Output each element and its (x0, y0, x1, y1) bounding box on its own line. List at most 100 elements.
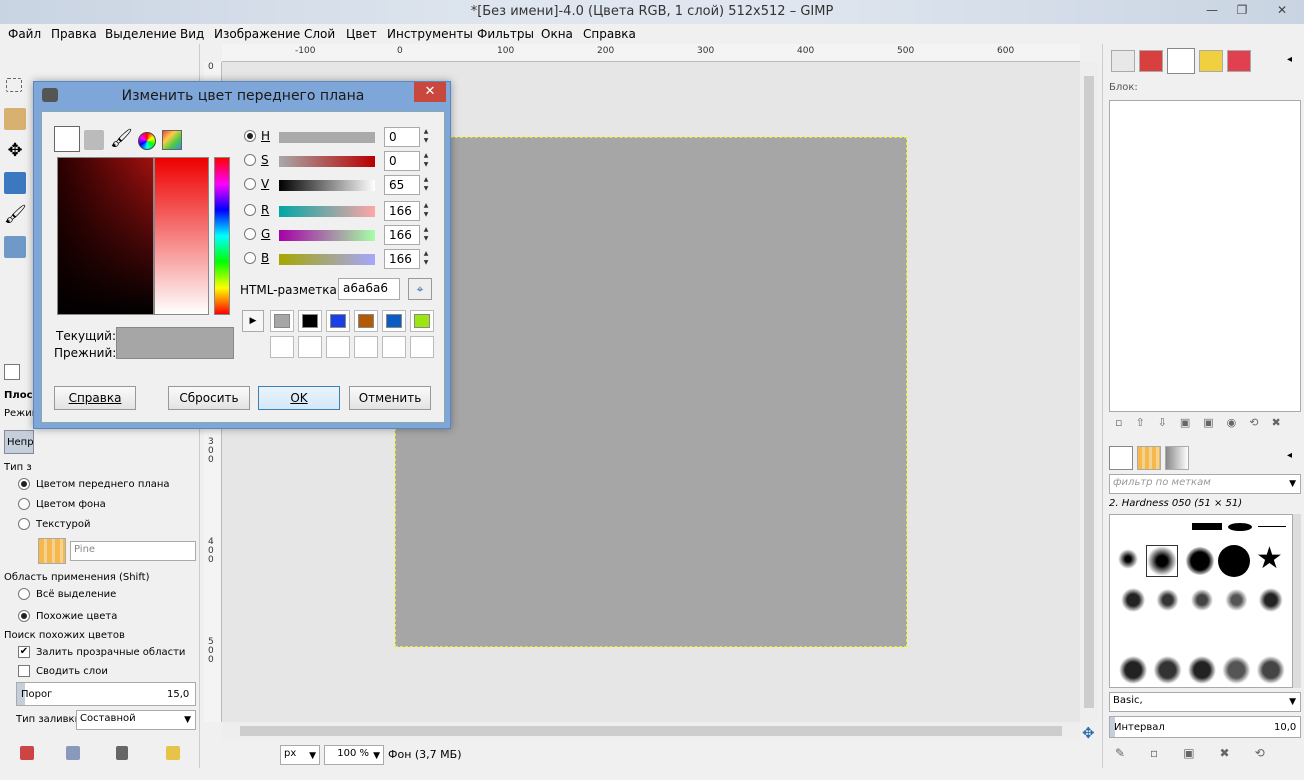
brushes-toolbar-icons[interactable]: ✎▫▣✖⟲ (1115, 746, 1295, 760)
history-swatch[interactable] (354, 310, 378, 332)
wheel-tab-icon[interactable] (138, 132, 156, 150)
channel-s-radio[interactable] (244, 154, 256, 166)
channels-tab-icon[interactable] (1139, 50, 1163, 72)
brush-item[interactable] (1228, 523, 1252, 531)
fill-transparent-checkbox[interactable]: ✔ (18, 646, 30, 658)
paths-tool-icon[interactable] (4, 108, 26, 130)
history-swatch[interactable] (410, 310, 434, 332)
horizontal-scrollbar[interactable] (222, 722, 1080, 740)
help-button[interactable]: Справка (54, 386, 136, 410)
layers-tab-icon[interactable] (1111, 50, 1135, 72)
history-swatch-empty[interactable] (326, 336, 350, 358)
save-options-icon[interactable] (20, 746, 34, 760)
history-swatch-empty[interactable] (354, 336, 378, 358)
dock-menu-icon[interactable]: ◂ (1287, 450, 1292, 461)
maximize-button[interactable]: ❐ (1228, 0, 1256, 20)
brush-item[interactable] (1118, 549, 1138, 569)
mode-select[interactable]: Непр (4, 430, 34, 454)
close-icon[interactable]: ✕ (414, 82, 446, 102)
history-swatch[interactable] (326, 310, 350, 332)
reset-button[interactable]: Сбросить (168, 386, 250, 410)
fill-by-select[interactable]: Составной ▼ (76, 710, 196, 730)
html-input[interactable]: a6a6a6 (338, 278, 400, 300)
channel-v-radio[interactable] (244, 178, 256, 190)
close-window-button[interactable]: ✕ (1262, 0, 1302, 20)
channel-v-slider[interactable] (279, 180, 375, 191)
spin-arrows-icon[interactable]: ▲ ▼ (421, 151, 431, 171)
tool-options-tab-icon[interactable] (4, 364, 20, 380)
channel-s-value[interactable]: 0 (384, 151, 420, 171)
palette-tab-icon[interactable] (162, 130, 182, 150)
history-swatch[interactable] (298, 310, 322, 332)
vertical-scrollbar[interactable] (1080, 62, 1098, 722)
unit-select[interactable]: px ▼ (280, 745, 320, 765)
menu-edit[interactable]: Правка (51, 27, 97, 41)
spin-arrows-icon[interactable]: ▲ ▼ (421, 249, 431, 269)
rect-select-icon[interactable] (6, 78, 22, 92)
menu-layer[interactable]: Слой (304, 27, 335, 41)
play-icon[interactable]: ▶ (242, 310, 264, 332)
navigate-icon[interactable]: ✥ (1082, 724, 1095, 742)
scroll-thumb[interactable] (1084, 76, 1094, 708)
spin-arrows-icon[interactable]: ▲ ▼ (421, 201, 431, 221)
brush-item[interactable] (1218, 545, 1250, 577)
history-swatch[interactable] (270, 310, 294, 332)
channel-s-slider[interactable] (279, 156, 375, 167)
clone-tool-icon[interactable] (4, 236, 26, 258)
paintbrush-icon[interactable]: 🖌 (4, 204, 27, 226)
channel-r-value[interactable]: 166 (384, 201, 420, 221)
channel-h-value[interactable]: 0 (384, 127, 420, 147)
zoom-select[interactable]: 100 % ▼ (324, 745, 384, 765)
channel-v-value[interactable]: 65 (384, 175, 420, 195)
horizontal-ruler[interactable]: -100 0 100 200 300 400 500 600 (222, 44, 1080, 62)
restore-options-icon[interactable] (66, 746, 80, 760)
channel-b-value[interactable]: 166 (384, 249, 420, 269)
cmyk-tab-icon[interactable] (84, 130, 104, 150)
brush-item[interactable] (1146, 545, 1178, 577)
channel-h-radio[interactable] (244, 130, 256, 142)
brushes-tab-icon[interactable] (1109, 446, 1133, 470)
history-swatch-empty[interactable] (382, 336, 406, 358)
ok-button[interactable]: OK (258, 386, 340, 410)
channel-g-radio[interactable] (244, 228, 256, 240)
gimp-selector-tab-icon[interactable] (54, 126, 80, 152)
menu-filters[interactable]: Фильтры (477, 27, 534, 41)
brush-grid[interactable]: ★ (1109, 514, 1293, 688)
area-similar-radio[interactable] (18, 610, 30, 622)
area-selection-radio[interactable] (18, 588, 30, 600)
sv-left-area[interactable] (57, 157, 154, 315)
flip-tool-icon[interactable] (4, 172, 26, 194)
pattern-preview-icon[interactable] (38, 538, 66, 564)
reset-options-icon[interactable] (166, 746, 180, 760)
menu-windows[interactable]: Окна (541, 27, 573, 41)
scroll-thumb[interactable] (240, 726, 1062, 736)
brush-filter-input[interactable]: фильтр по меткам ▼ (1109, 474, 1301, 494)
channel-b-radio[interactable] (244, 252, 256, 264)
menu-image[interactable]: Изображение (214, 27, 300, 41)
fill-fg-radio[interactable] (18, 478, 30, 490)
cancel-button[interactable]: Отменить (349, 386, 431, 410)
texture-brushes[interactable] (1116, 585, 1288, 685)
menu-file[interactable]: Файл (8, 27, 41, 41)
delete-options-icon[interactable] (116, 746, 128, 760)
history-swatch-empty[interactable] (298, 336, 322, 358)
menu-help[interactable]: Справка (583, 27, 636, 41)
move-tool-icon[interactable]: ✥ (4, 140, 26, 162)
eyedropper-icon[interactable]: ⌖ (408, 278, 432, 300)
channel-r-radio[interactable] (244, 204, 256, 216)
sv-right-area[interactable] (154, 157, 209, 315)
brush-scrollbar[interactable] (1293, 514, 1301, 688)
history-swatch-empty[interactable] (270, 336, 294, 358)
brush-item[interactable] (1258, 526, 1286, 527)
undo-tab-icon[interactable] (1199, 50, 1223, 72)
channel-h-slider[interactable] (279, 132, 375, 143)
paths-tab-icon[interactable] (1167, 48, 1195, 74)
star-brush-icon[interactable]: ★ (1256, 543, 1283, 575)
spin-arrows-icon[interactable]: ▲ ▼ (421, 225, 431, 245)
channel-g-slider[interactable] (279, 230, 375, 241)
history-swatch-empty[interactable] (410, 336, 434, 358)
patterns-tab-icon[interactable] (1137, 446, 1161, 470)
menu-view[interactable]: Вид (180, 27, 204, 41)
watercolor-tab-icon[interactable]: 🖌 (110, 128, 133, 149)
paths-toolbar-icons[interactable]: ▫⇧⇩▣▣◉⟲✖ (1115, 416, 1295, 430)
